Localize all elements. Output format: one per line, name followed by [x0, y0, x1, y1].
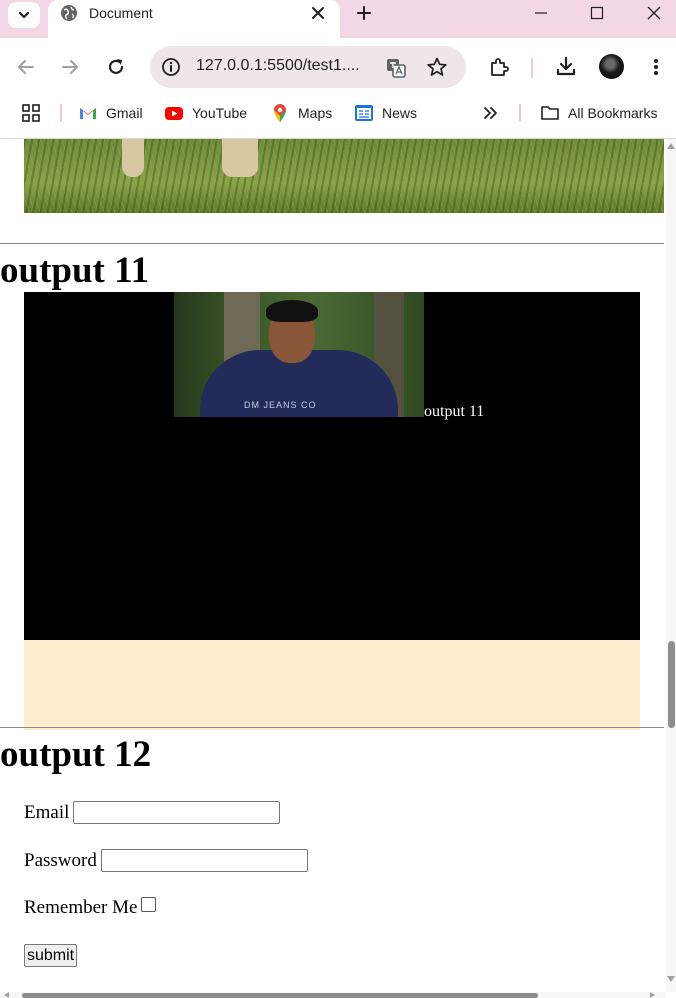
profile-avatar[interactable] — [599, 54, 624, 79]
tab-strip: Document — [0, 0, 676, 38]
email-label: Email — [24, 801, 70, 823]
section-divider — [0, 243, 664, 244]
youtube-icon — [165, 107, 183, 120]
site-info-icon[interactable] — [161, 57, 181, 77]
bookmark-youtube[interactable]: YouTube — [164, 102, 247, 124]
video-thumbnail: DM JEANS CO — [174, 292, 424, 417]
gmail-icon — [80, 108, 96, 119]
output11-heading: output 11 — [0, 250, 150, 291]
double-chevron-right-icon[interactable] — [482, 105, 498, 121]
folder-icon — [541, 106, 559, 120]
bookmark-label: Maps — [298, 105, 333, 121]
bookmarks-separator — [60, 104, 62, 122]
kebab-menu-icon[interactable] — [648, 57, 664, 77]
maps-icon — [274, 104, 286, 122]
output11-container — [24, 640, 640, 730]
tab-document[interactable]: Document — [48, 0, 340, 38]
bookmark-maps[interactable]: Maps — [270, 102, 332, 124]
submit-button[interactable]: submit — [24, 944, 78, 967]
email-field[interactable] — [73, 801, 281, 824]
bookmark-label: News — [382, 105, 418, 121]
bookmark-label: YouTube — [192, 105, 248, 121]
back-arrow-icon[interactable] — [16, 57, 36, 77]
extensions-icon[interactable] — [488, 56, 510, 78]
vertical-scrollbar[interactable] — [666, 139, 676, 992]
url-text[interactable]: 127.0.0.1:5500/test1.... — [196, 57, 360, 75]
bookmark-gmail[interactable]: Gmail — [78, 102, 143, 124]
download-icon[interactable] — [555, 55, 577, 77]
password-row: Password — [24, 849, 308, 872]
scroll-right-arrow[interactable] — [650, 992, 655, 998]
scroll-down-arrow[interactable] — [667, 976, 675, 982]
page-viewport: output 11 DM JEANS CO output 11 output 1… — [0, 139, 666, 992]
chevron-down-icon — [18, 11, 30, 19]
apps-grid-icon[interactable] — [22, 104, 40, 122]
horizontal-scroll-thumb[interactable] — [22, 993, 538, 998]
bookmark-news[interactable]: News — [354, 102, 417, 124]
news-icon — [355, 105, 373, 121]
remember-row: Remember Me — [24, 896, 157, 919]
tab-search-button[interactable] — [8, 2, 40, 28]
maximize-icon[interactable] — [590, 6, 604, 20]
animal-leg — [122, 139, 144, 177]
bookmark-label: Gmail — [106, 105, 143, 121]
remember-label: Remember Me — [24, 897, 138, 918]
scroll-up-arrow[interactable] — [667, 143, 675, 149]
hoodie-print: DM JEANS CO — [244, 400, 317, 410]
globe-icon — [61, 5, 77, 21]
video-caption: output 11 — [424, 403, 485, 420]
remember-checkbox[interactable] — [141, 896, 157, 912]
horizontal-scrollbar[interactable] — [0, 992, 666, 998]
all-bookmarks-label: All Bookmarks — [568, 105, 658, 121]
all-bookmarks[interactable]: All Bookmarks — [540, 102, 657, 124]
password-field[interactable] — [100, 849, 308, 872]
grass-image — [24, 139, 664, 213]
email-row: Email — [24, 801, 281, 824]
scroll-left-arrow[interactable] — [4, 992, 9, 998]
reload-icon[interactable] — [106, 57, 126, 77]
plus-icon[interactable] — [356, 5, 372, 21]
minimize-icon[interactable] — [534, 6, 548, 20]
section-divider — [0, 727, 664, 728]
bookmarks-separator — [519, 104, 521, 122]
animal-leg — [222, 139, 258, 177]
translate-icon[interactable] — [385, 57, 407, 79]
bookmark-star-icon[interactable] — [426, 56, 448, 78]
vertical-scroll-thumb[interactable] — [668, 641, 675, 728]
video-player[interactable]: DM JEANS CO output 11 — [24, 292, 640, 640]
tab-title: Document — [89, 5, 153, 21]
browser-toolbar: 127.0.0.1:5500/test1.... — [0, 38, 676, 96]
close-icon[interactable] — [310, 5, 326, 21]
password-label: Password — [24, 849, 97, 871]
output12-heading: output 12 — [0, 734, 152, 775]
forward-arrow-icon[interactable] — [60, 57, 80, 77]
toolbar-separator — [531, 58, 533, 78]
window-close-icon[interactable] — [646, 5, 662, 21]
bookmarks-bar: Gmail YouTube Maps News All Bookmarks — [0, 96, 676, 130]
address-bar[interactable]: 127.0.0.1:5500/test1.... — [150, 46, 466, 88]
